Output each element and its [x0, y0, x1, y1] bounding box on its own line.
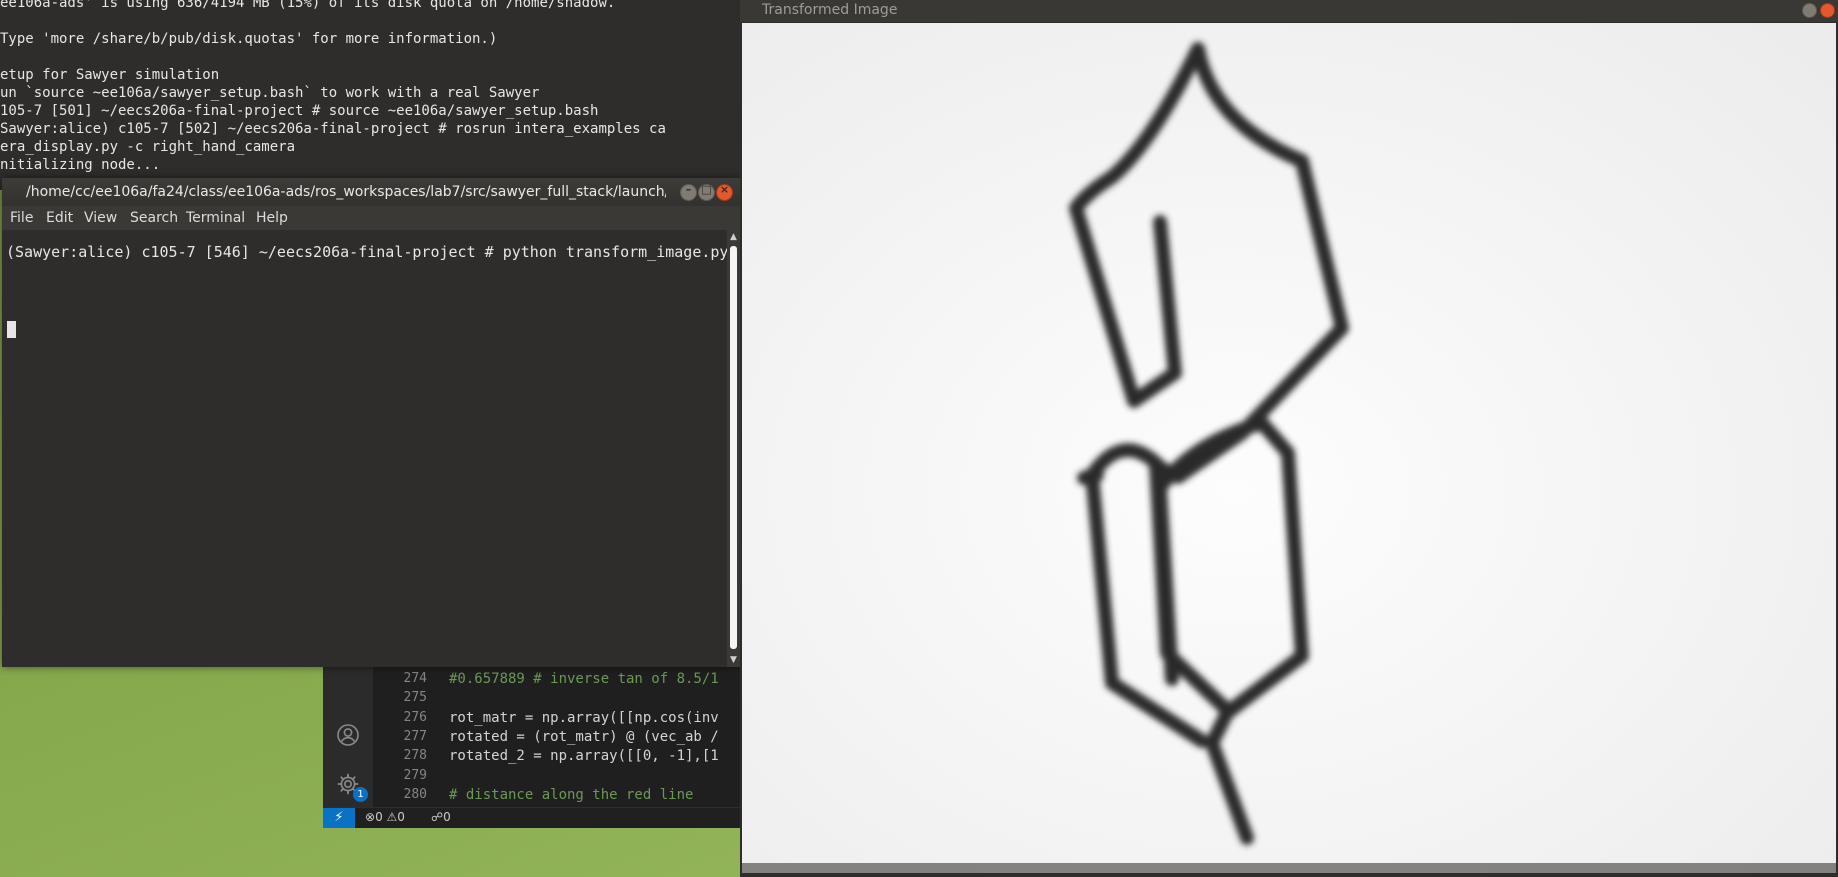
error-icon: ⊗	[365, 810, 376, 824]
code-editor[interactable]: 1 274275276277278279280281 #0.657889 # i…	[323, 660, 743, 828]
code-line: rot_matr = np.array([[np.cos(inv	[449, 709, 719, 726]
terminal-output-line: Sawyer:alice) c105-7 [502] ~/eecs206a-fi…	[0, 121, 666, 137]
errors-indicator[interactable]: ⊗0 ⚠0	[365, 810, 405, 824]
line-number: 280	[403, 786, 427, 802]
minimize-icon: –	[685, 183, 692, 196]
maximize-button[interactable]: □	[698, 183, 715, 201]
terminal-title: /home/cc/ee106a/fa24/class/ee106a-ads/ro…	[26, 184, 666, 200]
transformed-image-canvas	[742, 23, 1836, 873]
line-number: 274	[403, 671, 427, 686]
terminal-output-line: era_display.py -c right_hand_camera	[0, 139, 296, 155]
terminal-cursor	[7, 321, 16, 338]
menu-file[interactable]: File	[10, 210, 33, 226]
menu-help[interactable]: Help	[256, 210, 288, 226]
background-terminal[interactable]: ee106a-ads' is using 636/4194 MB (15%) o…	[0, 0, 741, 190]
terminal-output-line: nitializing node...	[0, 157, 161, 173]
menu-view[interactable]: View	[84, 210, 117, 226]
code-line: rotated_2 = np.array([[0, -1],[1	[449, 748, 719, 765]
menu-search[interactable]: Search	[130, 210, 178, 226]
terminal-output-line: un `source ~ee106a/sawyer_setup.bash` to…	[0, 85, 540, 101]
line-number: 275	[403, 690, 427, 706]
image-window-titlebar[interactable]: Transformed Image	[740, 0, 1838, 22]
minimize-button[interactable]: –	[680, 183, 697, 201]
maximize-icon: □	[701, 183, 712, 196]
close-button[interactable]: ×	[716, 183, 733, 201]
background-terminal-output: ee106a-ads' is using 636/4194 MB (15%) o…	[0, 0, 666, 174]
scroll-up-icon[interactable]: ▲	[727, 232, 740, 242]
ports-indicator[interactable]: ☍0	[431, 810, 451, 824]
menu-edit[interactable]: Edit	[46, 210, 73, 226]
line-number-gutter: 274275276277278279280281	[373, 660, 433, 821]
line-number: 279	[403, 767, 427, 783]
menu-terminal[interactable]: Terminal	[186, 210, 245, 226]
broadcast-icon: ☍	[431, 810, 444, 824]
terminal-menubar: File Edit View Search Terminal Help	[2, 206, 740, 230]
status-bar: ⚡ ⊗0 ⚠0 ☍0	[323, 807, 743, 828]
settings-badge: 1	[353, 787, 368, 802]
line-number: 277	[403, 728, 427, 744]
image-minimize-button[interactable]	[1802, 3, 1817, 18]
code-area[interactable]: #0.657889 # inverse tan of 8.5/1 rot_matr…	[433, 660, 743, 822]
terminal-scrollbar[interactable]: ▲ ▼	[727, 230, 740, 667]
remote-indicator-icon[interactable]: ⚡	[323, 808, 355, 828]
terminal-content[interactable]: (Sawyer:alice) c105-7 [546] ~/eecs206a-f…	[2, 230, 729, 667]
activity-bar: 1	[323, 660, 373, 808]
terminal-command-line: (Sawyer:alice) c105-7 [546] ~/eecs206a-f…	[6, 243, 729, 261]
warning-icon: ⚠	[386, 810, 398, 824]
terminal-output-line: 105-7 [501] ~/eecs206a-final-project # s…	[0, 103, 599, 119]
line-number: 278	[403, 748, 427, 764]
image-close-button[interactable]	[1820, 3, 1835, 18]
code-line: rotated = (rot_matr) @ (vec_ab /	[449, 728, 719, 745]
scroll-down-icon[interactable]: ▼	[727, 655, 740, 665]
terminal-titlebar[interactable]: /home/cc/ee106a/fa24/class/ee106a-ads/ro…	[2, 178, 740, 206]
image-window[interactable]: Transformed Image	[740, 0, 1838, 877]
close-icon: ×	[719, 183, 730, 196]
image-window-title: Transformed Image	[762, 2, 898, 18]
terminal-output-line: etup for Sawyer simulation	[0, 67, 220, 83]
scrollbar-thumb[interactable]	[730, 246, 737, 649]
line-number: 276	[403, 709, 427, 725]
code-line: #0.657889 # inverse tan of 8.5/1	[449, 671, 719, 687]
terminal-output-line: Type 'more /share/b/pub/disk.quotas' for…	[0, 31, 498, 47]
code-line: # distance along the red line	[449, 786, 694, 803]
terminal-output-line: ee106a-ads' is using 636/4194 MB (15%) o…	[0, 0, 616, 11]
terminal-window[interactable]: /home/cc/ee106a/fa24/class/ee106a-ads/ro…	[2, 178, 740, 667]
account-icon[interactable]	[336, 723, 360, 747]
drawing-image	[742, 23, 1836, 873]
